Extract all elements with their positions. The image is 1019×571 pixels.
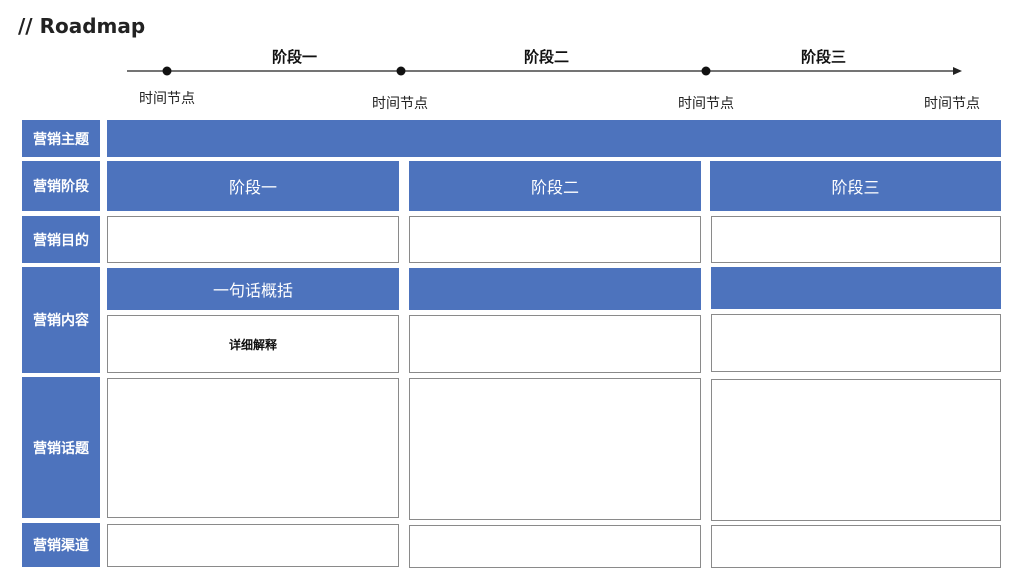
phase-header-3: 阶段三: [710, 161, 1001, 211]
theme-bar: [107, 120, 1001, 157]
row-label-phase: 营销阶段: [22, 161, 100, 211]
phase-header-1: 阶段一: [107, 161, 399, 211]
timeline-node: [396, 66, 406, 76]
channel-cell-3[interactable]: [711, 525, 1001, 568]
row-label-channel: 营销渠道: [22, 523, 100, 567]
timeline-node: [162, 66, 172, 76]
timeline-arrow-icon: [953, 67, 962, 75]
timeline-node-label-3: 时间节点: [678, 96, 734, 112]
row-label-content: 营销内容: [22, 267, 100, 373]
timeline-node-label-4: 时间节点: [924, 96, 980, 112]
goal-cell-3[interactable]: [711, 216, 1001, 263]
row-label-goal: 营销目的: [22, 216, 100, 263]
content-summary-2: [409, 268, 701, 310]
channel-cell-2[interactable]: [409, 525, 701, 568]
content-detail-1[interactable]: 详细解释: [107, 315, 399, 373]
topic-cell-3[interactable]: [711, 379, 1001, 521]
channel-cell-1[interactable]: [107, 524, 399, 567]
goal-cell-1[interactable]: [107, 216, 399, 263]
timeline-stage-3: 阶段三: [801, 48, 847, 66]
row-label-theme: 营销主题: [22, 120, 100, 157]
timeline-node-label-1: 时间节点: [139, 91, 195, 107]
phase-header-2: 阶段二: [409, 161, 701, 211]
timeline-stage-2: 阶段二: [524, 48, 570, 66]
topic-cell-1[interactable]: [107, 378, 399, 518]
topic-cell-2[interactable]: [409, 378, 701, 520]
timeline-node: [701, 66, 711, 76]
goal-cell-2[interactable]: [409, 216, 701, 263]
row-label-topic: 营销话题: [22, 377, 100, 518]
timeline-stage-1: 阶段一: [272, 48, 318, 66]
timeline-node-label-2: 时间节点: [372, 96, 428, 112]
content-detail-2[interactable]: [409, 315, 701, 373]
content-summary-1: 一句话概括: [107, 268, 399, 310]
content-detail-3[interactable]: [711, 314, 1001, 372]
content-summary-3: [711, 267, 1001, 309]
